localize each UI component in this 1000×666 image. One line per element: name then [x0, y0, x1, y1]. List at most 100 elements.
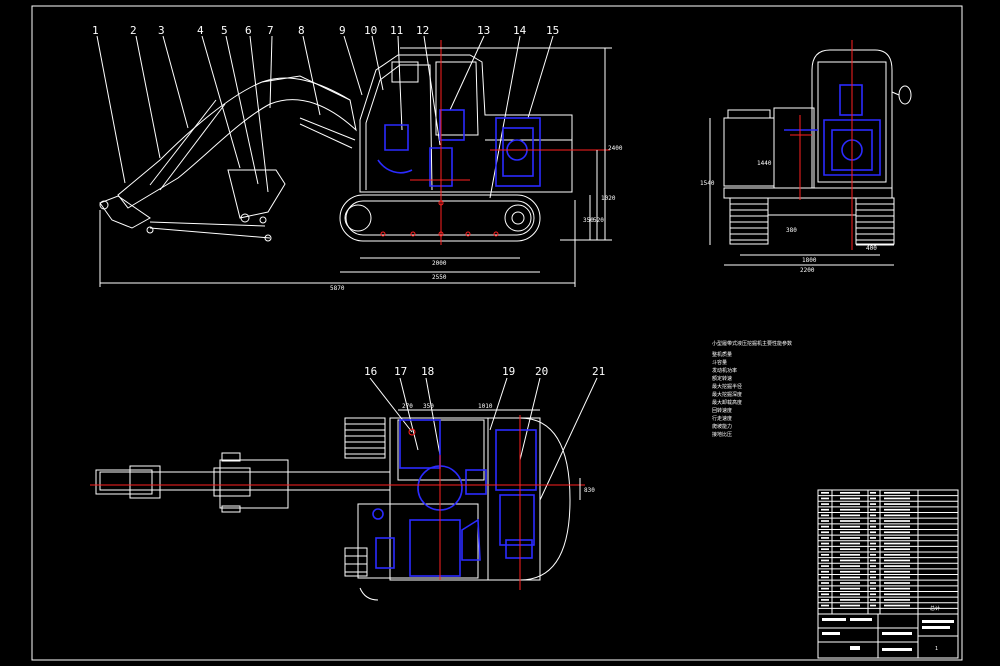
spec-row: 接地比压 [712, 431, 732, 438]
parts-cell-mark [870, 497, 876, 500]
parts-cell-mark [840, 520, 860, 522]
dim-front-overall-width: 2200 [800, 267, 815, 274]
title-block: 1 [817, 613, 959, 659]
parts-cell-mark [884, 559, 910, 562]
spec-title: 小型履带式液压挖掘机主要性能参数 [712, 340, 792, 347]
parts-cell-mark [884, 531, 910, 534]
part-label: 10 [364, 24, 377, 37]
part-label: 19 [502, 365, 515, 378]
parts-cell-mark [870, 604, 876, 607]
parts-cell-mark [821, 582, 829, 584]
parts-cell-mark [884, 599, 910, 601]
dim-c: 350 [583, 217, 594, 224]
dim-front-side: 1440 [757, 160, 772, 167]
parts-cell-mark [821, 537, 829, 539]
parts-cell-mark [821, 553, 829, 556]
parts-cell-mark [870, 491, 876, 494]
part-label: 4 [197, 24, 204, 37]
part-label: 6 [245, 24, 252, 37]
parts-cell-mark [870, 503, 876, 505]
spec-row: 爬坡能力 [712, 423, 732, 430]
parts-cell-mark [884, 503, 910, 505]
dim-cab-height: 2400 [608, 145, 623, 152]
dim-a: 1020 [601, 195, 616, 202]
outer-frame [31, 5, 963, 661]
parts-cell-mark [870, 508, 876, 511]
dim-b: 520 [593, 217, 604, 224]
part-number-labels: 1 2 3 4 5 6 7 8 9 10 11 12 13 14 15 16 1… [92, 24, 605, 378]
parts-cell-mark [884, 582, 910, 584]
track-shoe-hatching [730, 203, 894, 241]
parts-cell-mark [884, 553, 910, 556]
parts-cell-mark [821, 525, 829, 528]
parts-cell-mark [840, 542, 860, 545]
parts-cell-mark [840, 593, 860, 596]
parts-cell-mark [870, 525, 876, 528]
parts-cell-mark [884, 497, 910, 500]
parts-cell-mark [840, 587, 860, 590]
spec-row: 最大挖掘深度 [712, 391, 742, 398]
parts-cell-mark [821, 559, 829, 562]
parts-cell-mark [821, 570, 829, 573]
parts-cell-mark [884, 537, 910, 539]
parts-cell-mark [840, 599, 860, 601]
parts-cell-mark [870, 537, 876, 539]
parts-cell-mark [870, 576, 876, 579]
part-label: 3 [158, 24, 165, 37]
parts-cell-mark [870, 565, 876, 567]
parts-cell-mark [870, 587, 876, 590]
parts-cell-mark [870, 599, 876, 601]
side-view: 5870 2550 2000 2400 1020 520 350 [96, 35, 623, 292]
parts-cell-mark [870, 520, 876, 522]
part-label: 11 [390, 24, 403, 37]
parts-cell-mark [821, 576, 829, 579]
parts-cell-mark [821, 491, 829, 494]
part-label: 20 [535, 365, 548, 378]
parts-total-label: 总计 [930, 605, 940, 612]
dim-top-2: 350 [423, 403, 434, 410]
dim-front-track-gauge: 1800 [802, 257, 817, 264]
parts-cell-mark [884, 593, 910, 596]
engineering-drawing: 5870 2550 2000 2400 1020 520 350 1 2 3 4… [31, 5, 963, 661]
top-hatching [345, 423, 385, 573]
parts-cell-mark [840, 559, 860, 562]
part-label: 17 [394, 365, 407, 378]
parts-cell-mark [840, 553, 860, 556]
spec-row: 最大挖掘半径 [712, 383, 742, 390]
front-view: 1540 2200 1800 400 380 1440 [700, 40, 912, 274]
parts-cell-mark [840, 548, 860, 551]
parts-cell-mark [840, 537, 860, 539]
parts-cell-mark [821, 587, 829, 590]
dim-front-shoe: 400 [866, 245, 877, 252]
parts-cell-mark [884, 514, 910, 517]
spec-row: 回转速度 [712, 407, 732, 414]
parts-cell-mark [884, 525, 910, 528]
parts-cell-mark [821, 565, 829, 567]
spec-row: 额定转速 [712, 375, 732, 382]
parts-cell-mark [840, 514, 860, 517]
sheet-number: 1 [935, 646, 938, 652]
parts-cell-mark [884, 508, 910, 511]
parts-cell-mark [870, 542, 876, 545]
parts-cell-mark [884, 491, 910, 494]
dim-front-gap: 380 [786, 227, 797, 234]
part-label: 15 [546, 24, 559, 37]
parts-cell-mark [884, 576, 910, 579]
parts-cell-mark [870, 514, 876, 517]
top-hydraulics [372, 419, 537, 577]
parts-cell-mark [870, 531, 876, 534]
spec-row: 整机质量 [712, 351, 732, 358]
side-hydraulics [377, 109, 541, 187]
spec-row: 最大卸载高度 [712, 399, 742, 406]
parts-cell-mark [840, 531, 860, 534]
part-label: 21 [592, 365, 605, 378]
boom-arm-bucket [99, 75, 357, 242]
parts-cell-mark [840, 604, 860, 607]
track-assembly [339, 194, 541, 242]
part-label: 5 [221, 24, 228, 37]
parts-cell-mark [840, 576, 860, 579]
parts-cell-mark [821, 520, 829, 522]
part-label: 14 [513, 24, 527, 37]
parts-cell-mark [870, 559, 876, 562]
front-hydraulics [784, 84, 881, 176]
